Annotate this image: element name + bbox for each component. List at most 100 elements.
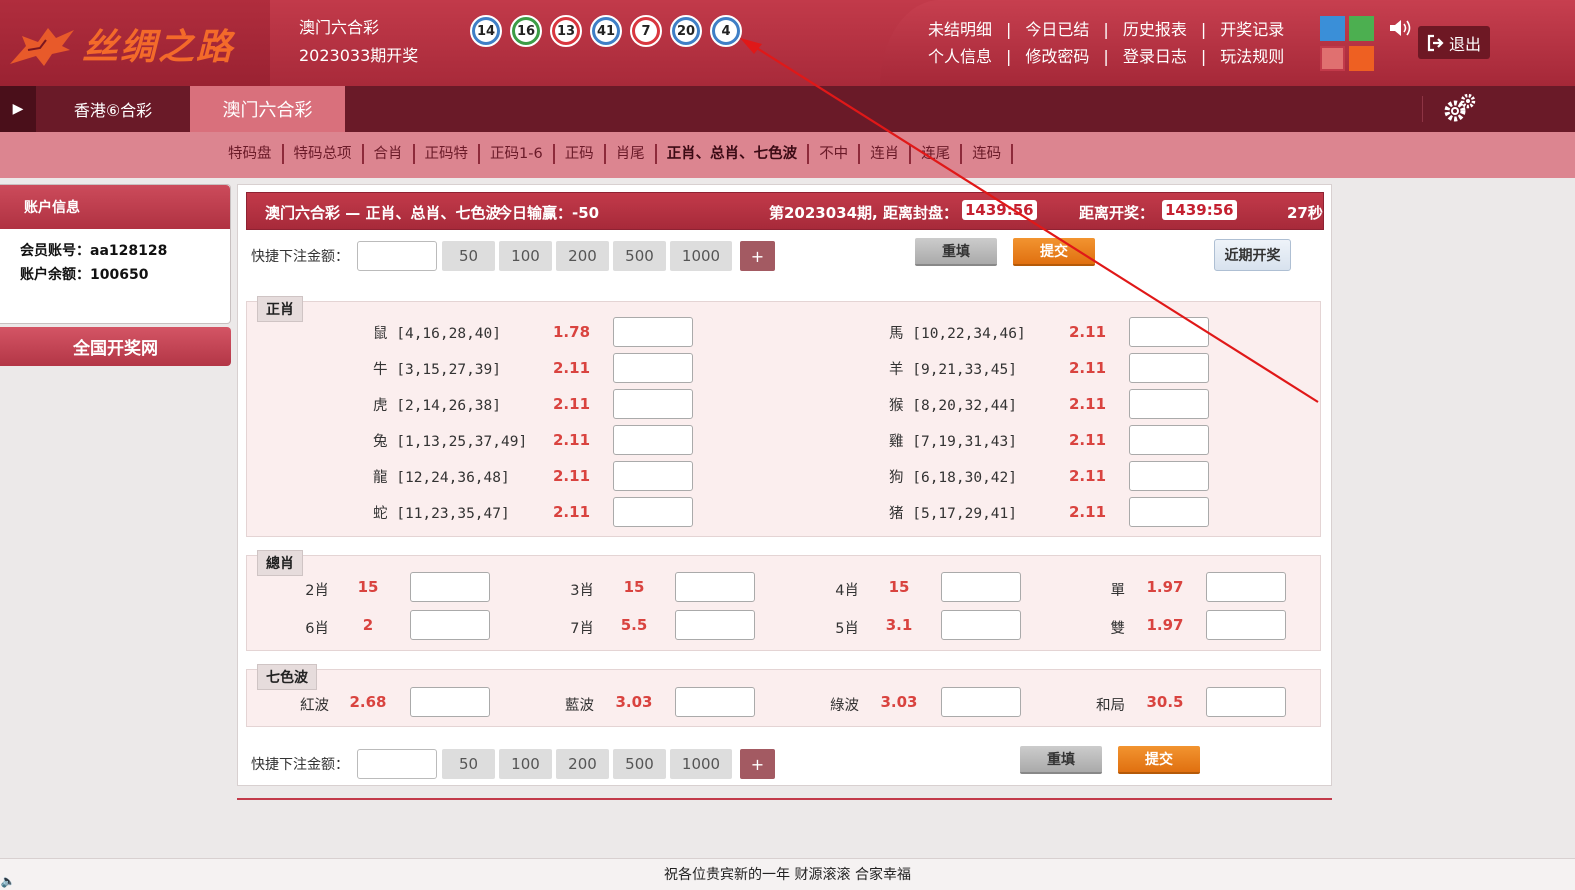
quick-amount-button[interactable]: 200 (556, 749, 609, 779)
zodiac-row: 牛 [3,15,27,39] 2.11 (373, 353, 693, 383)
footer-text: 祝各位贵宾新的一年 财源滚滚 合家幸福 (664, 867, 911, 883)
subnav-item[interactable]: 合肖 (364, 144, 415, 164)
add-amount-button[interactable]: + (740, 749, 775, 779)
quick-amount-button[interactable]: 500 (613, 241, 666, 271)
betting-panel: 澳门六合彩 — 正肖、总肖、七色波 今日输赢：-50 第2023034期, 距离… (237, 184, 1332, 786)
settings-gear-icon[interactable] (1442, 92, 1478, 124)
result-ball: 16 (510, 15, 542, 47)
bet-input[interactable] (410, 610, 490, 640)
tab-macau[interactable]: 澳门六合彩 (190, 86, 345, 132)
speaker-icon[interactable] (1388, 18, 1412, 38)
footer-marquee: 🔈 祝各位贵宾新的一年 财源滚滚 合家幸福 (0, 858, 1575, 890)
bet-input[interactable] (1129, 425, 1209, 455)
bet-input[interactable] (941, 572, 1021, 602)
result-ball: 41 (590, 15, 622, 47)
quick-amount-button[interactable]: 1000 (670, 749, 732, 779)
bet-input[interactable] (613, 497, 693, 527)
quick-amount-button[interactable]: 200 (556, 241, 609, 271)
subnav-item[interactable]: 正码特 (415, 144, 480, 164)
zodiac-row: 虎 [2,14,26,38] 2.11 (373, 389, 693, 419)
bet-input[interactable] (1206, 572, 1286, 602)
reset-button-bottom[interactable]: 重填 (1020, 746, 1102, 774)
tab-hongkong[interactable]: 香港⑥合彩 (36, 86, 190, 132)
link-draw-record[interactable]: 开奖记录 (1212, 16, 1292, 43)
bet-input[interactable] (1129, 497, 1209, 527)
bet-input[interactable] (613, 353, 693, 383)
bet-input[interactable] (613, 317, 693, 347)
link-profile[interactable]: 个人信息 (920, 43, 1000, 70)
bet-input[interactable] (613, 425, 693, 455)
theme-swatch-orange[interactable] (1349, 46, 1374, 71)
subnav-item[interactable]: 特码盘 (218, 144, 284, 164)
add-amount-button[interactable]: + (740, 241, 775, 271)
national-draw-link[interactable]: 全国开奖网 (0, 327, 231, 366)
link-history-report[interactable]: 历史报表 (1115, 16, 1195, 43)
odds-value: 3.03 (880, 693, 918, 711)
section-title: 總肖 (257, 550, 303, 576)
balance-row: 账户余额：100650 (20, 267, 149, 283)
quick-amount-input[interactable] (357, 241, 437, 271)
link-change-password[interactable]: 修改密码 (1017, 43, 1097, 70)
quick-amount-button[interactable]: 1000 (670, 241, 732, 271)
quick-amount-button[interactable]: 100 (499, 241, 552, 271)
quick-amount-input[interactable] (357, 749, 437, 779)
bet-input[interactable] (1129, 317, 1209, 347)
bet-input[interactable] (410, 572, 490, 602)
refresh-seconds: 27秒 (1287, 204, 1323, 222)
bet-input[interactable] (1129, 353, 1209, 383)
recent-draws-button[interactable]: 近期开奖 (1214, 239, 1291, 271)
quick-amount-button[interactable]: 100 (499, 749, 552, 779)
theme-swatch-blue[interactable] (1320, 16, 1345, 41)
quick-amount-button[interactable]: 500 (613, 749, 666, 779)
quick-bet-row-top: 快捷下注金额： 50 100 200 500 1000 + (251, 240, 775, 272)
link-rules[interactable]: 玩法规则 (1212, 43, 1292, 70)
bet-input[interactable] (1206, 687, 1286, 717)
quick-amount-button[interactable]: 50 (442, 241, 495, 271)
quick-amount-button[interactable]: 50 (442, 749, 495, 779)
submit-button-top[interactable]: 提交 (1013, 238, 1095, 266)
link-login-log[interactable]: 登录日志 (1115, 43, 1195, 70)
subnav-item-active[interactable]: 正肖、总肖、七色波 (657, 144, 810, 164)
theme-swatch-green[interactable] (1349, 16, 1374, 41)
reset-button-top[interactable]: 重填 (915, 238, 997, 266)
account-panel-title: 账户信息 (0, 185, 230, 229)
subnav-item[interactable]: 不中 (809, 144, 861, 164)
subnav-item[interactable]: 连尾 (911, 144, 963, 164)
odds-value: 3.1 (885, 616, 913, 634)
theme-swatch-red[interactable] (1320, 46, 1345, 71)
bet-input[interactable] (941, 610, 1021, 640)
zodiac-row: 猪 [5,17,29,41] 2.11 (889, 497, 1209, 527)
subnav-item[interactable]: 连码 (962, 144, 1014, 164)
odds-value: 30.5 (1146, 693, 1184, 711)
result-ball: 14 (470, 15, 502, 47)
bet-input[interactable] (613, 389, 693, 419)
subnav-item[interactable]: 连肖 (860, 144, 912, 164)
bet-input[interactable] (675, 610, 755, 640)
account-panel: 账户信息 会员账号：aa128128 账户余额：100650 (0, 184, 231, 324)
bet-input[interactable] (1206, 610, 1286, 640)
subnav-item[interactable]: 特码总项 (284, 144, 364, 164)
bet-input[interactable] (675, 687, 755, 717)
bet-input[interactable] (941, 687, 1021, 717)
quick-bet-row-bottom: 快捷下注金额： 50 100 200 500 1000 + (251, 748, 775, 780)
subnav-item[interactable]: 正码 (555, 144, 606, 164)
submit-button-bottom[interactable]: 提交 (1118, 746, 1200, 774)
zodiac-row: 兔 [1,13,25,37,49] 2.11 (373, 425, 693, 455)
bet-input[interactable] (410, 687, 490, 717)
panel-header: 澳门六合彩 — 正肖、总肖、七色波 今日输赢：-50 第2023034期, 距离… (246, 192, 1324, 230)
logout-button[interactable]: 退出 (1418, 26, 1490, 59)
account-row: 会员账号：aa128128 (20, 243, 168, 259)
subnav-item[interactable]: 正码1-6 (480, 144, 555, 164)
bet-input[interactable] (1129, 389, 1209, 419)
link-unsettled[interactable]: 未结明细 (920, 16, 1000, 43)
bet-input[interactable] (675, 572, 755, 602)
bet-input[interactable] (613, 461, 693, 491)
odds-value: 15 (888, 578, 910, 596)
bet-input[interactable] (1129, 461, 1209, 491)
dragon-logo-icon (10, 28, 74, 66)
collapse-arrow-icon[interactable]: ▶ (0, 86, 36, 132)
subnav-item[interactable]: 肖尾 (606, 144, 657, 164)
bet-label: 綠波 (830, 698, 859, 714)
link-today-settled[interactable]: 今日已结 (1017, 16, 1097, 43)
logout-label: 退出 (1448, 34, 1481, 54)
